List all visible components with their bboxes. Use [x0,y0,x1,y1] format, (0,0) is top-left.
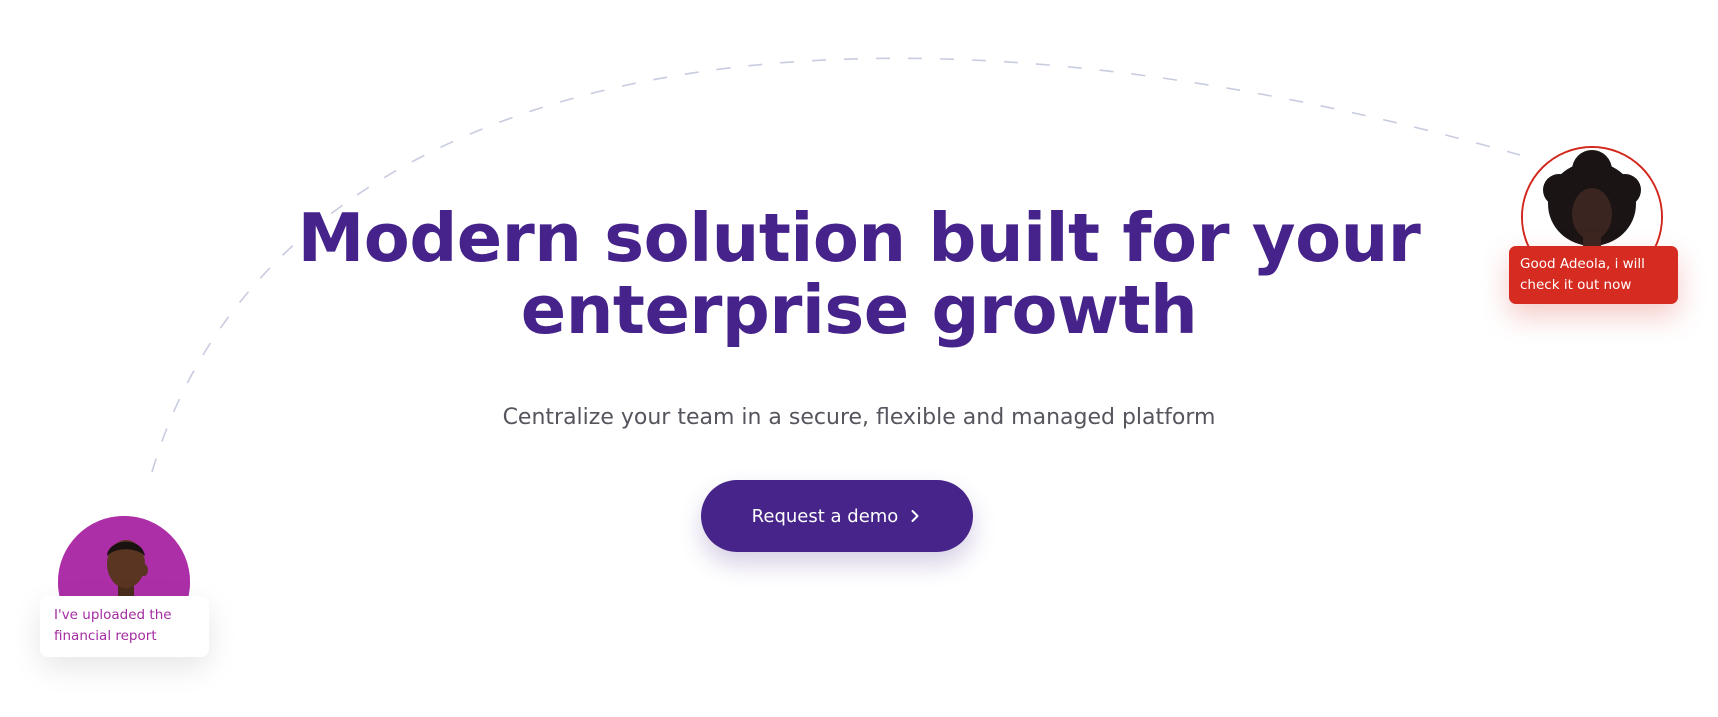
chat-bubble-left-text: I've uploaded the financial report [54,607,172,644]
hero-headline: Modern solution built for your enterpris… [259,202,1459,346]
chat-bubble-right-text: Good Adeola, i will check it out now [1520,256,1645,293]
chevron-right-icon [908,509,922,523]
request-demo-label: Request a demo [751,505,899,527]
hero-subtitle: Centralize your team in a secure, flexib… [502,405,1216,430]
dashed-arc-decoration [151,57,1521,473]
hero-section: Modern solution built for your enterpris… [0,0,1718,717]
hero-headline-line-1: Modern solution built for your [297,199,1421,277]
request-demo-button[interactable]: Request a demo [701,480,973,552]
hero-headline-line-2: enterprise growth [520,271,1198,349]
chat-bubble-reply: Good Adeola, i will check it out now [1509,246,1678,304]
chat-bubble-uploaded-report: I've uploaded the financial report [40,596,209,657]
